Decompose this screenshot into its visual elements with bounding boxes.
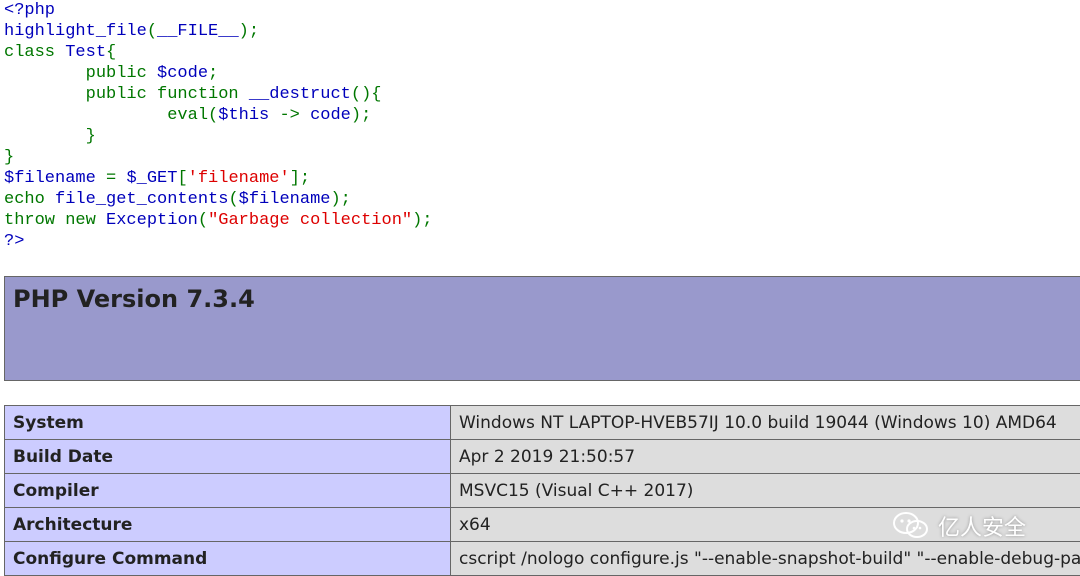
row-label: Build Date [4,439,451,474]
code-token: ( [228,190,239,209]
code-token: class [4,43,66,62]
code-token: public function [4,85,249,104]
php-version-title: PHP Version 7.3.4 [13,285,255,313]
row-label: Compiler [4,473,451,508]
code-line: public $code; [4,63,433,84]
code-token: ( [197,211,209,230]
watermark-text: 亿人安全 [938,516,1027,541]
code-token: $code [157,64,209,83]
code-token: ); [330,190,351,209]
code-token: ?> [4,232,25,251]
code-token: file_get_contents [55,190,229,209]
code-line: throw new Exception("Garbage collection"… [4,210,433,231]
code-token: eval( [4,106,219,125]
code-token: __destruct [248,85,351,104]
watermark: 亿人安全 [892,510,1026,542]
code-token: __FILE__ [157,22,239,41]
code-token: ; [208,64,219,83]
code-line: ?> [4,231,433,252]
row-label: System [4,405,451,440]
code-token: { [106,43,117,62]
code-token: (){ [350,85,382,104]
table-row: Configure Command cscript /nologo config… [4,541,1080,576]
code-token: $_GET [126,169,178,188]
code-token: <?php [4,1,56,20]
code-line: highlight_file(__FILE__); [4,21,433,42]
phpinfo-header: PHP Version 7.3.4 [4,276,1080,381]
code-line: <?php [4,0,433,21]
code-token: code [310,106,351,125]
code-token: ); [412,211,433,230]
code-token: $filename [238,190,331,209]
code-token: -> [269,106,311,125]
code-token: Exception [106,211,198,230]
code-token: Test [65,43,107,62]
code-token: } [4,127,96,146]
code-line: $filename = $_GET['filename']; [4,168,433,189]
code-token: public [4,64,158,83]
code-line: eval($this -> code); [4,105,433,126]
table-row: System Windows NT LAPTOP-HVEB57IJ 10.0 b… [4,405,1080,440]
code-line: } [4,147,433,168]
row-label: Configure Command [4,541,451,576]
code-token: ); [238,22,260,41]
row-value: Windows NT LAPTOP-HVEB57IJ 10.0 build 19… [450,405,1080,440]
code-line: echo file_get_contents($filename); [4,189,433,210]
phpinfo-table: System Windows NT LAPTOP-HVEB57IJ 10.0 b… [4,405,1080,576]
code-token: "Garbage collection" [208,211,413,230]
code-token: $this [218,106,270,125]
code-line: public function __destruct(){ [4,84,433,105]
row-value: Apr 2 2019 21:50:57 [450,439,1080,474]
code-token: } [4,148,15,167]
wechat-icon [892,511,930,541]
table-row: Compiler MSVC15 (Visual C++ 2017) [4,473,1080,508]
code-token: [ [177,169,188,188]
code-token: ( [146,22,158,41]
php-source-code: <?php highlight_file(__FILE__); class Test… [4,0,433,252]
code-token: echo [4,190,56,209]
code-token: ]; [289,169,311,188]
code-token: ); [350,106,372,125]
row-value: MSVC15 (Visual C++ 2017) [450,473,1080,508]
code-token: $filename [4,169,107,188]
code-line: } [4,126,433,147]
code-token: = [106,169,127,188]
code-token: highlight_file [4,22,147,41]
row-label: Architecture [4,507,451,542]
code-token: throw new [4,211,107,230]
row-value: cscript /nologo configure.js "--enable-s… [450,541,1080,576]
code-line: class Test{ [4,42,433,63]
table-row: Build Date Apr 2 2019 21:50:57 [4,439,1080,474]
code-token: 'filename' [187,169,290,188]
